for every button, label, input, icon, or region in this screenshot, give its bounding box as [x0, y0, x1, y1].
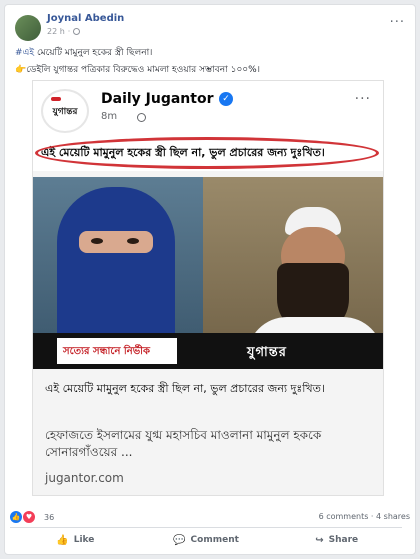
eyes-band: [79, 231, 153, 253]
strip-logo: যুগান্তর: [247, 345, 287, 360]
like-reaction-icon: 👍: [10, 511, 22, 523]
thumbs-up-icon: 👍: [56, 534, 69, 546]
avatar[interactable]: [15, 15, 41, 41]
jugantor-logo: যুগান্তর: [41, 89, 89, 133]
page-time: 8m: [101, 111, 118, 122]
more-options-icon[interactable]: ···: [390, 15, 405, 30]
post-meta: 22 h ·: [47, 27, 81, 36]
like-button[interactable]: 👍 Like: [10, 530, 141, 550]
pointing-hand-icon: 👉: [15, 65, 27, 75]
hashtag-link[interactable]: #এই: [15, 48, 34, 58]
comment-icon: 💬: [173, 534, 186, 546]
verified-badge-icon: ✓: [219, 92, 233, 106]
divider: [10, 527, 402, 528]
post-text-line1: #এই মেয়েটি মামুনুল হকের স্ত্রী ছিলনা।: [15, 48, 153, 58]
red-ellipse-annotation: [35, 137, 379, 169]
shared-header: যুগান্তর Daily Jugantor ✓ 8m ··· এই মেয়…: [33, 81, 383, 171]
post-text-line2: 👉ডেইলি যুগান্তর পত্রিকার বিরুদ্ধেও মামলা…: [15, 65, 260, 75]
caption-text: এই মেয়েটি মামুনুল হকের স্ত্রী ছিল না, ভ…: [45, 382, 325, 395]
globe-icon: [73, 28, 81, 35]
link-title[interactable]: হেফাজতে ইসলামের যুগ্ম মহাসচিব মাওলানা মা…: [45, 427, 375, 461]
post-time[interactable]: 22 h: [47, 27, 65, 36]
action-bar: 👍 Like 💬 Comment ↪ Share: [10, 530, 402, 550]
author-name[interactable]: Joynal Abedin: [47, 13, 124, 24]
share-button[interactable]: ↪ Share: [271, 530, 402, 550]
comments-count[interactable]: 6 comments: [319, 512, 369, 521]
link-domain[interactable]: jugantor.com: [45, 471, 124, 485]
reaction-count: 36: [44, 512, 55, 522]
share-icon: ↪: [315, 534, 324, 546]
love-reaction-icon: ♥: [22, 510, 36, 524]
more-options-icon: ···: [354, 91, 371, 107]
reactions-summary[interactable]: 👍 ♥ 36: [10, 510, 54, 524]
comment-button[interactable]: 💬 Comment: [141, 530, 272, 550]
engagement-counts: 6 comments · 4 shares: [318, 512, 410, 521]
slogan-text: সত্যের সন্ধানে নির্ভীক: [63, 346, 151, 357]
shared-screenshot[interactable]: যুগান্তর Daily Jugantor ✓ 8m ··· এই মেয়…: [32, 80, 384, 496]
page-name: Daily Jugantor: [101, 91, 214, 107]
globe-icon: [137, 113, 146, 122]
shares-count[interactable]: 4 shares: [376, 512, 410, 521]
